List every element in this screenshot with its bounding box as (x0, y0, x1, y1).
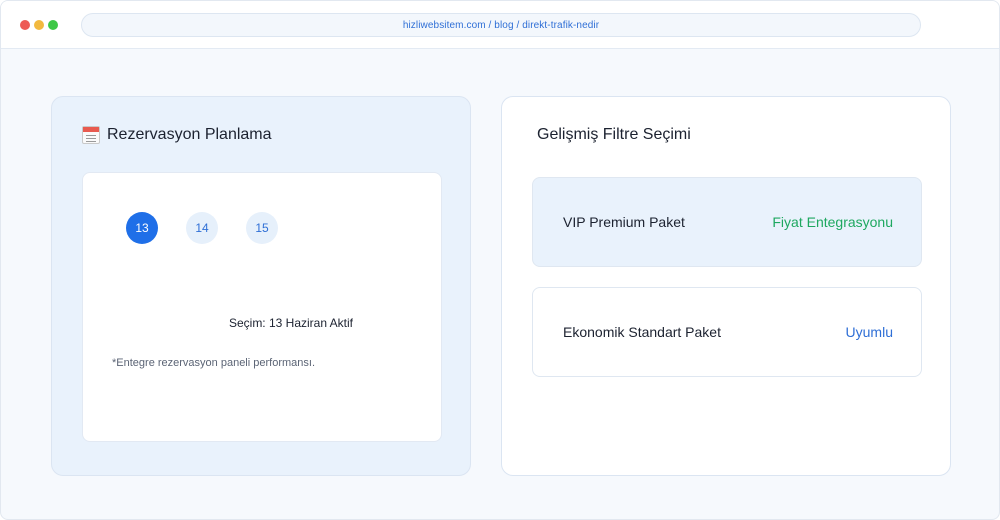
reservation-panel: 13 14 15 Seçim: 13 Haziran Aktif *Entegr… (82, 172, 442, 442)
day-13-button[interactable]: 13 (126, 212, 158, 244)
maximize-window-icon[interactable] (48, 20, 58, 30)
reservation-note: *Entegre rezervasyon paneli performansı. (112, 357, 315, 369)
filter-option-vip[interactable]: VIP Premium Paket Fiyat Entegrasyonu (532, 177, 922, 267)
address-bar[interactable]: hizliwebsitem.com / blog / direkt-trafik… (81, 13, 921, 37)
reservation-title: Rezervasyon Planlama (107, 126, 272, 143)
selection-status: Seçim: 13 Haziran Aktif (228, 316, 354, 330)
reservation-header: Rezervasyon Planlama (82, 126, 272, 144)
option-status: Fiyat Entegrasyonu (772, 214, 893, 230)
option-label: VIP Premium Paket (563, 214, 685, 230)
minimize-window-icon[interactable] (34, 20, 44, 30)
filter-option-economic[interactable]: Ekonomik Standart Paket Uyumlu (532, 287, 922, 377)
day-14-button[interactable]: 14 (186, 212, 218, 244)
browser-window: hizliwebsitem.com / blog / direkt-trafik… (0, 0, 1000, 520)
option-label: Ekonomik Standart Paket (563, 324, 721, 340)
calendar-icon (82, 126, 100, 144)
filter-title: Gelişmiş Filtre Seçimi (537, 126, 691, 143)
title-bar: hizliwebsitem.com / blog / direkt-trafik… (1, 1, 999, 49)
address-url: hizliwebsitem.com / blog / direkt-trafik… (402, 19, 600, 31)
option-status: Uyumlu (845, 324, 893, 340)
day-15-button[interactable]: 15 (246, 212, 278, 244)
filter-card: Gelişmiş Filtre Seçimi VIP Premium Paket… (501, 96, 951, 476)
close-window-icon[interactable] (20, 20, 30, 30)
reservation-card: Rezervasyon Planlama 13 14 15 Seçim: 13 … (51, 96, 471, 476)
